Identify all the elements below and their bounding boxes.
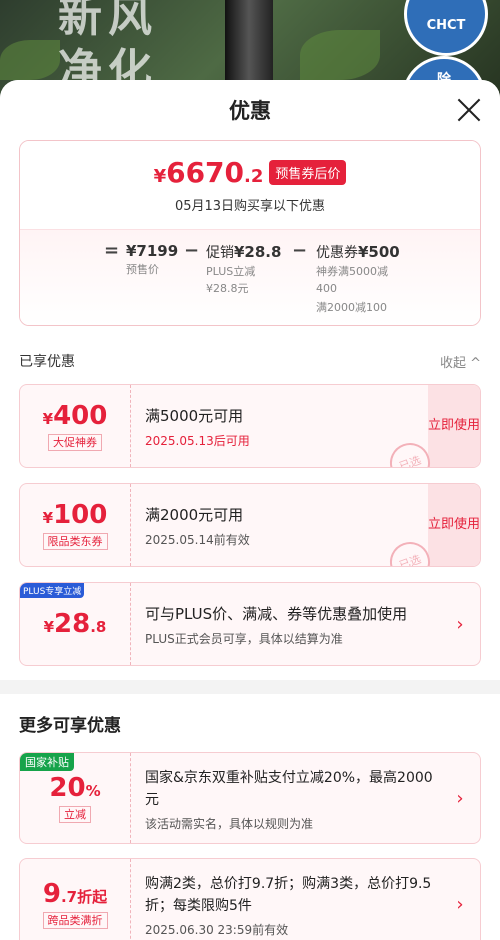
- price-note: 05月13日购买享以下优惠: [174, 199, 326, 214]
- enjoyed-coupon-list: ¥400 大促神券 满5000元可用 2025.05.13后可用 立即使用 已选…: [0, 384, 500, 680]
- offer-amount: 9.7折起: [42, 879, 108, 909]
- coupon-condition: 满2000元可用: [145, 506, 244, 524]
- more-offers-title: 更多可享优惠: [19, 715, 121, 736]
- coupon-amount: ¥400: [42, 401, 108, 431]
- coupon-amount: ¥100: [42, 500, 108, 530]
- coupon-amount: ¥28.8: [43, 609, 107, 639]
- offer-card[interactable]: 国家补贴 20% 立减 国家&京东双重补贴支付立减20%，最高2000元 该活动…: [19, 752, 481, 844]
- chevron-right-icon[interactable]: ›: [440, 859, 480, 940]
- sheet-header: 优惠: [0, 80, 500, 140]
- collapse-button[interactable]: 收起 ^: [440, 352, 481, 371]
- coupon-type-label: 限品类东券: [42, 533, 108, 550]
- use-now-button[interactable]: 立即使用: [428, 385, 480, 467]
- offer-amount: 20%: [49, 773, 101, 803]
- use-now-button[interactable]: 立即使用: [428, 484, 480, 566]
- promo-term: 促销¥28.8 PLUS立减 ¥28.8元: [206, 243, 282, 295]
- chevron-right-icon[interactable]: ›: [440, 753, 480, 843]
- offer-validity: 2025.06.30 23:59前有效: [145, 923, 289, 937]
- enjoyed-section-header: 已享优惠 收起 ^: [0, 338, 500, 384]
- coupon-card[interactable]: ¥400 大促神券 满5000元可用 2025.05.13后可用 立即使用 已选: [19, 384, 481, 468]
- offer-note: 该活动需实名，具体以规则为准: [145, 817, 314, 831]
- presale-price-term: ¥7199 预售价: [126, 242, 179, 276]
- coupon-term: 优惠券¥500 神券满5000减 400 满2000减100: [316, 243, 400, 314]
- price-type-badge: 预售券后价: [269, 160, 347, 185]
- coupon-condition: 可与PLUS价、满减、券等优惠叠加使用: [145, 605, 408, 623]
- coupon-note: PLUS正式会员可享，具体以结算为准: [145, 632, 343, 646]
- discount-sheet: 优惠 ¥6670.2 预售券后价 05月13日购买享以下优惠 = ¥7199 预…: [0, 80, 500, 940]
- offer-description: 购满2类，总价打9.7折；购满3类，总价打9.5折；每类限购5件: [145, 876, 432, 914]
- coupon-condition: 满5000元可用: [145, 407, 244, 425]
- offer-type-label: 跨品类满折: [42, 912, 108, 929]
- leaf-decoration: [300, 30, 380, 80]
- offer-description: 国家&京东双重补贴支付立减20%，最高2000元: [145, 770, 433, 808]
- chevron-right-icon[interactable]: ›: [440, 583, 480, 665]
- section-title: 已享优惠: [19, 354, 75, 370]
- price-summary: ¥6670.2 预售券后价 05月13日购买享以下优惠 = ¥7199 预售价 …: [19, 140, 481, 326]
- offer-type-label: 立减: [59, 806, 91, 823]
- close-icon[interactable]: [456, 97, 482, 123]
- equals-sign: =: [104, 240, 120, 261]
- plus-badge: PLUS专享立减: [20, 583, 85, 598]
- final-price: ¥6670.2: [153, 156, 264, 189]
- gov-subsidy-badge: 国家补贴: [20, 753, 74, 771]
- coupon-card[interactable]: ¥100 限品类东券 满2000元可用 2025.05.14前有效 立即使用 已…: [19, 483, 481, 567]
- more-offers-section: 更多可享优惠 国家补贴 20% 立减 国家&京东双重补贴支付立减20%，最高20…: [0, 694, 500, 940]
- coupon-validity: 2025.05.14前有效: [145, 533, 250, 547]
- minus-sign: −: [184, 240, 200, 261]
- minus-sign: −: [292, 240, 308, 261]
- certification-seal: CHCT: [404, 0, 488, 56]
- plus-discount-card[interactable]: PLUS专享立减 ¥28.8 可与PLUS价、满减、券等优惠叠加使用 PLUS正…: [19, 582, 481, 666]
- offer-card[interactable]: 9.7折起 跨品类满折 购满2类，总价打9.7折；购满3类，总价打9.5折；每类…: [19, 858, 481, 940]
- sheet-title: 优惠: [229, 99, 271, 123]
- coupon-type-label: 大促神券: [48, 434, 102, 451]
- price-breakdown: = ¥7199 预售价 − 促销¥28.8 PLUS立减 ¥28.8元 − 优惠…: [20, 229, 480, 325]
- coupon-validity: 2025.05.13后可用: [145, 434, 250, 448]
- leaf-decoration: [0, 40, 60, 80]
